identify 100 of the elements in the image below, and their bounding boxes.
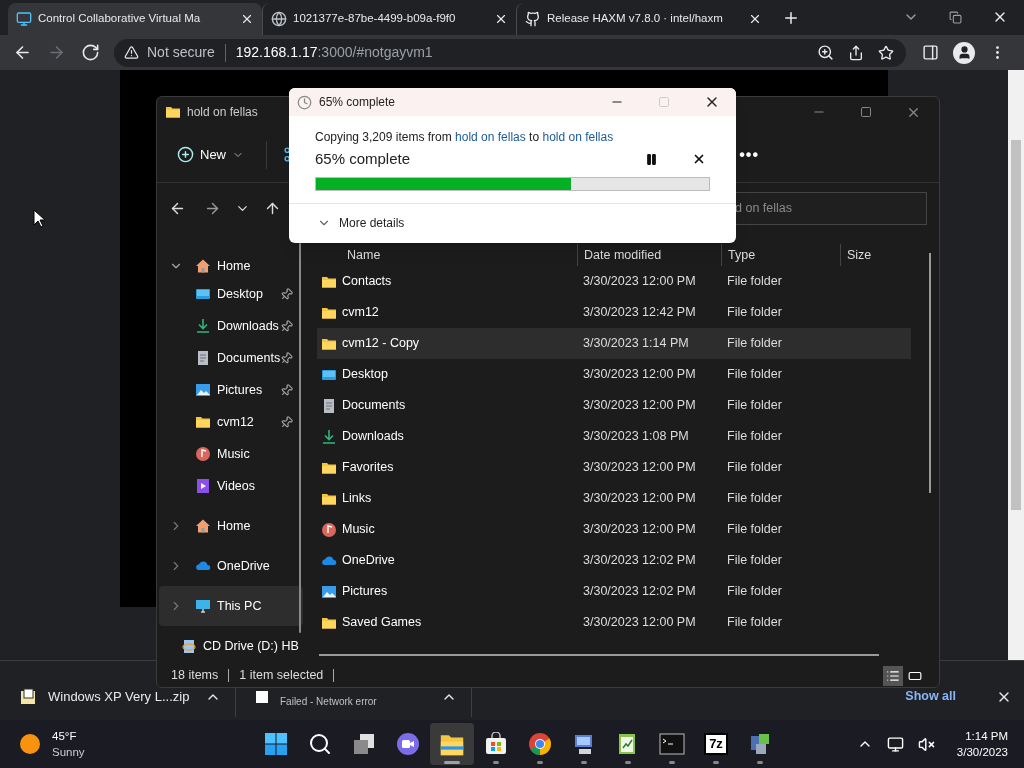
status-text: 1 item selected <box>239 667 324 685</box>
address-bar[interactable]: Not secure 192.168.1.17:3000/#notgayvm1 <box>114 38 906 67</box>
show-all-link[interactable]: Show all <box>905 687 956 706</box>
destination-link[interactable]: hold on fellas <box>542 130 614 144</box>
file-name: Saved Games <box>342 614 422 632</box>
muted-speaker-icon[interactable] <box>917 735 935 753</box>
file-name: cvm12 - Copy <box>342 335 420 353</box>
sidebar-label: Downloads <box>217 317 279 335</box>
column-header[interactable]: Size <box>840 244 910 266</box>
progress-heading: 65% complete <box>315 149 411 169</box>
column-header[interactable]: Date modified <box>577 244 721 266</box>
archive-file-icon <box>20 687 36 706</box>
clock-date[interactable]: 3/30/2023 <box>956 744 1008 760</box>
file-row[interactable]: Saved Games 3/30/2023 12:00 PM File folder <box>317 607 911 638</box>
bookmark-star-icon[interactable] <box>878 44 894 61</box>
sidebar-item[interactable]: Home <box>159 506 303 546</box>
date-cell-text: 3/30/2023 12:00 PM <box>582 459 697 477</box>
file-row[interactable]: Documents 3/30/2023 12:00 PM File folder <box>317 390 911 421</box>
details-view-button[interactable] <box>883 665 903 686</box>
file-row[interactable]: Desktop 3/30/2023 12:00 PM File folder <box>317 359 911 390</box>
sidebar-item[interactable]: Pictures <box>159 374 303 406</box>
tab-title: Control Collaborative Virtual Ma <box>38 11 202 27</box>
house-icon <box>195 258 211 274</box>
download-name[interactable]: Windows XP Very L...zip <box>48 686 190 707</box>
share-icon[interactable] <box>848 44 864 61</box>
taskbar-app-button[interactable]: 7z <box>694 723 738 765</box>
clock-time[interactable]: 1:14 PM <box>965 728 1008 744</box>
file-name: Pictures <box>342 583 388 601</box>
file-row[interactable]: Favorites 3/30/2023 12:00 PM File folder <box>317 452 911 483</box>
sidebar-item[interactable]: OneDrive <box>159 546 303 586</box>
chat-icon <box>396 732 420 756</box>
date-cell-text: 3/30/2023 1:14 PM <box>582 335 690 353</box>
sidebar-item[interactable]: Documents <box>159 342 303 374</box>
browser-tab[interactable]: Control Collaborative Virtual Ma <box>8 3 262 35</box>
file-row[interactable]: Pictures 3/30/2023 12:02 PM File folder <box>317 576 911 607</box>
reload-icon <box>80 43 100 62</box>
maximize-icon[interactable] <box>860 106 872 118</box>
sidebar-item[interactable]: cvm12 <box>159 406 303 438</box>
profile-avatar[interactable] <box>953 41 975 64</box>
running-indicator <box>581 761 587 764</box>
sidebar-item[interactable]: Videos <box>159 470 303 502</box>
sidebar-item[interactable]: This PC <box>159 586 303 626</box>
source-link[interactable]: hold on fellas <box>455 130 526 144</box>
document-icon <box>321 397 337 414</box>
security-label: Not secure <box>147 43 215 62</box>
more-details-button[interactable]: More details <box>317 214 405 233</box>
music-icon <box>321 521 337 538</box>
sidebar-label: Home <box>217 257 251 275</box>
close-icon[interactable] <box>494 12 508 26</box>
type-cell-text: File folder <box>726 614 783 632</box>
close-icon[interactable] <box>748 12 762 26</box>
picture-icon <box>195 382 211 398</box>
folder-icon <box>165 104 181 120</box>
new-button[interactable]: New <box>171 138 250 171</box>
search-icon <box>308 732 332 756</box>
weather-temperature: 45°F <box>52 729 78 744</box>
type-cell-text: File folder <box>726 397 783 415</box>
music-icon <box>195 446 211 462</box>
sidebar-label: Videos <box>217 477 255 495</box>
windows-logo-icon <box>264 732 288 756</box>
close-icon[interactable] <box>240 12 254 26</box>
weather-condition: Sunny <box>52 745 85 760</box>
sidebar-label: Pictures <box>217 381 263 399</box>
sidebar-item[interactable]: CD Drive (D:) HB <box>159 626 303 666</box>
restore-icon[interactable] <box>949 10 962 24</box>
file-row[interactable]: cvm12 - Copy 3/30/2023 1:14 PM File folder <box>317 328 911 359</box>
copy-message: Copying 3,209 items from hold on fellas to hold on fellas <box>315 129 615 146</box>
type-cell-text: File folder <box>726 552 783 570</box>
sidebar-label: cvm12 <box>217 413 254 431</box>
taskbar-app-button[interactable] <box>430 723 474 765</box>
sidebar-item[interactable]: Music <box>159 438 303 470</box>
file-row[interactable]: Music 3/30/2023 12:00 PM File folder <box>317 514 911 545</box>
more-options-button[interactable]: ••• <box>739 142 759 167</box>
network-icon[interactable] <box>886 735 904 753</box>
new-tab-icon[interactable] <box>782 9 800 27</box>
file-row[interactable]: OneDrive 3/30/2023 12:02 PM File folder <box>317 545 911 576</box>
sidebar-label: OneDrive <box>217 557 270 575</box>
file-row[interactable]: Contacts 3/30/2023 12:00 PM File folder <box>317 266 911 297</box>
file-row[interactable]: Downloads 3/30/2023 1:08 PM File folder <box>317 421 911 452</box>
shopping-bag-icon <box>484 732 508 756</box>
file-row[interactable]: cvm12 3/30/2023 12:42 PM File folder <box>317 297 911 328</box>
column-header[interactable]: Type <box>721 244 840 266</box>
globe-icon <box>271 11 287 27</box>
running-indicator <box>669 761 675 764</box>
desktop-icon <box>195 286 211 302</box>
date-cell-text: 3/30/2023 1:08 PM <box>582 428 690 446</box>
sidebar-label: Music <box>217 445 250 463</box>
task-view-icon <box>352 732 376 756</box>
file-name: Contacts <box>342 273 392 291</box>
file-row[interactable]: Links 3/30/2023 12:00 PM File folder <box>317 483 911 514</box>
zoom-icon[interactable] <box>817 44 834 61</box>
column-header[interactable]: Name <box>317 244 577 266</box>
folder-icon <box>439 732 465 756</box>
type-cell-text: File folder <box>726 366 783 384</box>
disc-drive-icon <box>181 638 197 654</box>
type-cell-text: File folder <box>726 583 783 601</box>
side-panel-icon[interactable] <box>922 44 939 61</box>
pause-icon[interactable] <box>645 152 658 166</box>
sidebar-item[interactable]: Downloads <box>159 310 303 342</box>
date-cell-text: 3/30/2023 12:00 PM <box>582 366 697 384</box>
